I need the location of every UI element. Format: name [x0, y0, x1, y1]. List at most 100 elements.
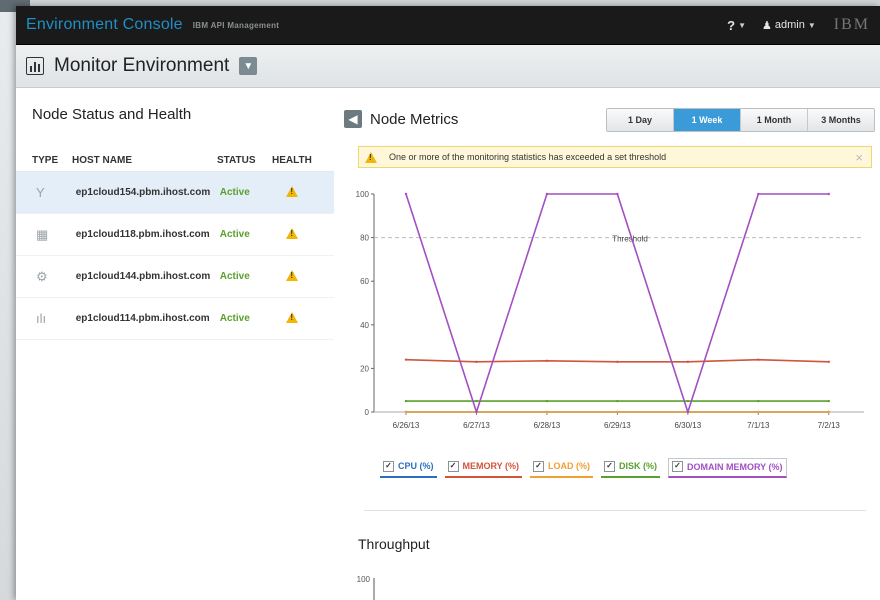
node-metrics-panel: ◀ Node Metrics 1 Day 1 Week 1 Month 3 Mo… [334, 88, 880, 600]
user-icon: ♟ [762, 19, 772, 32]
y-tick-label: 100 [356, 190, 370, 199]
y-tick-label: 20 [360, 364, 369, 373]
y-tick-label: 80 [360, 234, 369, 243]
range-1-month-button[interactable]: 1 Month [741, 109, 808, 131]
close-icon[interactable]: × [855, 150, 863, 165]
app-title[interactable]: Environment Console [26, 16, 183, 34]
series-point-1 [616, 360, 619, 364]
chevron-down-icon: ▼ [807, 20, 816, 30]
table-row[interactable]: ▦ ep1cloud118.pbm.ihost.com Active [16, 214, 334, 256]
series-point-1 [404, 358, 408, 361]
legend-item[interactable]: ✓ DOMAIN MEMORY (%) [668, 458, 787, 478]
table-row[interactable]: Y ep1cloud154.pbm.ihost.com Active [16, 172, 334, 214]
series-point-1 [545, 359, 549, 362]
host-name: ep1cloud154.pbm.ihost.com [75, 187, 211, 198]
host-name: ep1cloud118.pbm.ihost.com [75, 229, 210, 240]
series-point-2 [545, 410, 549, 414]
x-tick-label: 7/2/13 [818, 421, 841, 430]
warning-icon [286, 227, 299, 239]
node-metrics-chart: 0 20 40 60 80 100 6/26/13 6/27/13 6/28/13 6/29/13… [356, 190, 864, 430]
legend-item[interactable]: ✓ CPU (%) [380, 458, 437, 478]
monitor-chart-icon [26, 57, 44, 75]
status-text: Active [219, 313, 250, 324]
threshold-label: Threshold [612, 235, 648, 244]
range-1-week-button[interactable]: 1 Week [674, 109, 741, 131]
legend-label: CPU (%) [398, 461, 434, 471]
range-1-day-button[interactable]: 1 Day [607, 109, 674, 131]
throughput-chart: 100 [357, 575, 375, 600]
x-tick-label: 6/29/13 [604, 421, 631, 430]
warning-icon [365, 151, 377, 163]
x-tick-label: 7/1/13 [747, 421, 770, 430]
node-status-panel: Node Status and Health TYPE HOST NAME ST… [16, 88, 335, 600]
legend-item[interactable]: ✓ LOAD (%) [530, 458, 594, 478]
bars-icon: ılı [36, 311, 47, 326]
chevron-down-icon: ▼ [738, 20, 746, 30]
throughput-y-tick: 100 [357, 575, 371, 584]
time-range-selector: 1 Day 1 Week 1 Month 3 Months [606, 108, 875, 132]
host-name: ep1cloud114.pbm.ihost.com [75, 313, 210, 324]
throughput-title: Throughput [358, 536, 430, 552]
series-point-4 [545, 192, 549, 196]
series-point-4 [686, 410, 690, 414]
top-bar: Environment Console IBM API Management ?… [16, 6, 880, 45]
series-point-1 [827, 360, 830, 364]
series-point-2 [827, 410, 830, 414]
y-tick-label: 60 [360, 277, 369, 286]
table-row[interactable]: ılı ep1cloud114.pbm.ihost.com Active [16, 298, 334, 340]
threshold-alert: One or more of the monitoring statistics… [358, 146, 872, 168]
metrics-header: ◀ Node Metrics [344, 110, 458, 128]
series-point-3 [616, 399, 619, 403]
warning-icon [286, 269, 299, 281]
series-point-2 [616, 410, 619, 414]
series-point-3 [827, 399, 830, 403]
status-text: Active [219, 187, 250, 198]
host-name: ep1cloud144.pbm.ihost.com [75, 271, 211, 282]
legend-label: DISK (%) [619, 461, 658, 471]
x-tick-label: 6/27/13 [463, 421, 490, 430]
y-tick-label: 0 [365, 408, 370, 417]
series-point-4 [404, 192, 408, 196]
ibm-logo: IBM [833, 16, 870, 33]
legend-label: LOAD (%) [548, 461, 591, 471]
x-tick-label: 6/26/13 [393, 421, 420, 430]
back-button[interactable]: ◀ [344, 110, 362, 128]
series-line-4 [405, 193, 829, 415]
status-text: Active [219, 229, 250, 240]
series-point-1 [757, 358, 760, 361]
range-3-months-button[interactable]: 3 Months [808, 109, 874, 131]
series-point-1 [686, 360, 690, 364]
series-point-3 [757, 399, 760, 403]
series-point-4 [757, 192, 760, 196]
x-tick-label: 6/30/13 [674, 421, 701, 430]
series-point-4 [475, 410, 478, 414]
page-menu-dropdown[interactable]: ▼ [239, 57, 258, 75]
legend-item[interactable]: ✓ DISK (%) [601, 458, 661, 478]
series-point-3 [475, 399, 478, 403]
app-window: Environment Console IBM API Management ?… [16, 6, 880, 600]
table-row[interactable]: ⚙ ep1cloud144.pbm.ihost.com Active [16, 256, 334, 298]
divider [364, 510, 866, 511]
col-health[interactable]: HEALTH [272, 155, 332, 166]
alert-text: One or more of the monitoring statistics… [389, 152, 667, 162]
legend-checkbox[interactable]: ✓ [383, 460, 394, 472]
legend-checkbox[interactable]: ✓ [604, 460, 616, 472]
legend-item[interactable]: ✓ MEMORY (%) [444, 458, 523, 478]
router-icon: Y [36, 185, 45, 200]
legend-checkbox[interactable]: ✓ [533, 460, 545, 472]
x-tick-label: 6/28/13 [534, 421, 561, 430]
page-header: Monitor Environment ▼ [16, 45, 880, 88]
legend-checkbox[interactable]: ✓ [672, 461, 684, 472]
page-title: Monitor Environment [54, 55, 230, 76]
user-menu[interactable]: ♟ admin ▼ [762, 19, 816, 32]
series-point-2 [404, 410, 408, 414]
help-menu[interactable]: ? ▼ [727, 18, 746, 33]
series-point-3 [686, 399, 690, 403]
col-status[interactable]: STATUS [217, 155, 272, 166]
col-host[interactable]: HOST NAME [72, 155, 217, 166]
col-type[interactable]: TYPE [32, 155, 72, 166]
status-text: Active [219, 271, 250, 282]
legend-checkbox[interactable]: ✓ [447, 460, 459, 472]
user-name: admin [774, 19, 805, 31]
series-point-3 [545, 399, 549, 403]
